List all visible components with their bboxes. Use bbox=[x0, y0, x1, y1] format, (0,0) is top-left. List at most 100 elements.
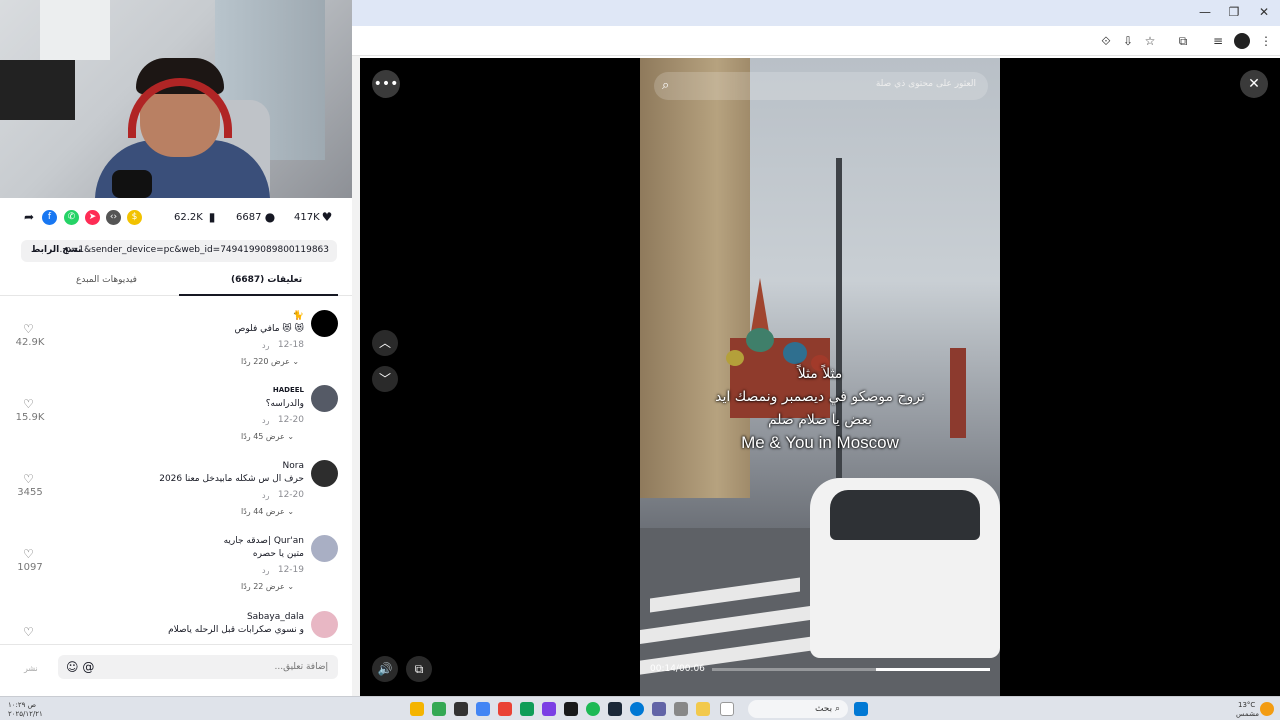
calculator-icon[interactable] bbox=[454, 702, 468, 716]
avatar[interactable] bbox=[311, 611, 338, 638]
install-icon[interactable]: ⇩ bbox=[1120, 33, 1136, 49]
avatar[interactable] bbox=[311, 385, 338, 412]
comment-date: 12-20 bbox=[277, 490, 304, 500]
lamp-post bbox=[836, 158, 842, 478]
profile-icon[interactable] bbox=[1234, 33, 1250, 49]
view-replies-button[interactable]: عرض 45 ردًا ⌄ bbox=[241, 432, 294, 441]
view-replies-button[interactable]: عرض 22 ردًا ⌄ bbox=[241, 582, 294, 591]
emoji-mention-icons[interactable]: ☺ @ bbox=[66, 660, 94, 674]
close-window-button[interactable]: ✕ bbox=[1254, 5, 1274, 19]
video-progress-bar[interactable] bbox=[712, 668, 990, 671]
comment-username[interactable]: Nora bbox=[283, 461, 304, 471]
facebook-icon[interactable]: f bbox=[42, 210, 57, 225]
teams-icon[interactable] bbox=[652, 702, 666, 716]
spotify-icon[interactable] bbox=[586, 702, 600, 716]
reply-button[interactable]: رد bbox=[262, 416, 269, 425]
comment-like-count: 15.9K bbox=[15, 412, 45, 423]
comment-text: و نسوي صكرابات قبل الرحله ياصلام bbox=[168, 625, 304, 635]
capcut-icon[interactable] bbox=[564, 702, 578, 716]
windows-start-icon[interactable] bbox=[854, 702, 868, 716]
clock-time: ۱۰:۲۹ ص bbox=[8, 701, 37, 709]
comment-heart-icon[interactable]: ♡ bbox=[23, 625, 34, 639]
store-icon[interactable] bbox=[674, 702, 688, 716]
comment-like-count: 42.9K bbox=[15, 337, 45, 348]
likes-count: 417K bbox=[294, 212, 320, 223]
bookmark-icon[interactable]: ▮ bbox=[205, 210, 219, 224]
view-replies-button[interactable]: عرض 44 ردًا ⌄ bbox=[241, 507, 294, 516]
taskbar: ۱۰:۲۹ ص ۲۰۲۵/۱۲/۲۱ بحث ⌕ 13°C مشمس bbox=[0, 696, 1280, 720]
share-link-url[interactable]: ...p=1&sender_device=pc&web_id=749419908… bbox=[57, 245, 329, 255]
comment-text: 😻 😻 مافي فلوص bbox=[234, 324, 304, 334]
edge-icon[interactable] bbox=[630, 702, 644, 716]
maximize-button[interactable]: ❐ bbox=[1224, 5, 1244, 19]
telegram-icon[interactable]: ➤ bbox=[85, 210, 100, 225]
video-player[interactable]: ⌕ العثور على محتوى ذي صلة مثلاً مثلاً نر… bbox=[640, 58, 1000, 696]
app-icon[interactable] bbox=[520, 702, 534, 716]
comment-heart-icon[interactable]: ♡ bbox=[23, 322, 34, 336]
app-icon[interactable] bbox=[498, 702, 512, 716]
explorer-icon[interactable] bbox=[410, 702, 424, 716]
menu-icon[interactable]: ⋮ bbox=[1258, 33, 1274, 49]
close-icon[interactable]: ✕ bbox=[1240, 70, 1268, 98]
view-replies-button[interactable]: عرض 220 ردًا ⌄ bbox=[241, 357, 299, 366]
chrome-icon[interactable] bbox=[476, 702, 490, 716]
comment-text: حرف ال س شكله مابيدخل معنا 2026 bbox=[159, 474, 304, 484]
post-comment-button[interactable]: نشر bbox=[24, 664, 38, 673]
avatar[interactable] bbox=[311, 460, 338, 487]
whatsapp-icon[interactable]: ✆ bbox=[64, 210, 79, 225]
comment-date: 12-19 bbox=[277, 565, 304, 575]
media-icon[interactable]: ≡ bbox=[1210, 33, 1226, 49]
translate-icon[interactable]: ⟐ bbox=[1098, 33, 1114, 49]
coin-icon[interactable]: $ bbox=[127, 210, 142, 225]
steam-icon[interactable] bbox=[608, 702, 622, 716]
comment-input[interactable] bbox=[58, 655, 338, 679]
comment-heart-icon[interactable]: ♡ bbox=[23, 547, 34, 561]
comment-heart-icon[interactable]: ♡ bbox=[23, 472, 34, 486]
tab-comments[interactable]: (6687) تعليقات bbox=[231, 275, 302, 285]
pip-icon[interactable]: ⧉ bbox=[406, 656, 432, 682]
comment-username[interactable]: صدقه جاريه| Qur'an bbox=[224, 536, 304, 546]
minimize-button[interactable]: — bbox=[1195, 5, 1215, 19]
comment-icon[interactable]: ● bbox=[263, 210, 277, 224]
share-arrow-icon[interactable]: ➦ bbox=[22, 210, 36, 224]
clock-date: ۲۰۲۵/۱۲/۲۱ bbox=[8, 710, 43, 718]
chevron-down-icon[interactable]: ﹀ bbox=[372, 366, 398, 392]
folder-icon[interactable] bbox=[696, 702, 710, 716]
weather-icon[interactable] bbox=[1260, 702, 1274, 716]
comment-username[interactable]: Sabaya_dala bbox=[247, 612, 304, 622]
reply-button[interactable]: رد bbox=[262, 491, 269, 500]
reply-button[interactable]: رد bbox=[262, 566, 269, 575]
tab-creator-videos[interactable]: فيديوهات المبدع bbox=[76, 275, 137, 285]
share-link-row: نسخ الرابط ...p=1&sender_device=pc&web_i… bbox=[21, 240, 337, 262]
video-search-bar[interactable]: ⌕ العثور على محتوى ذي صلة bbox=[654, 72, 988, 100]
video-progress-fill bbox=[876, 668, 990, 671]
chevron-up-icon[interactable]: ︿ bbox=[372, 330, 398, 356]
heart-icon[interactable]: ♥ bbox=[320, 210, 334, 224]
app-icon[interactable] bbox=[542, 702, 556, 716]
webcam-feed bbox=[0, 0, 352, 198]
volume-icon[interactable]: 🔊 bbox=[372, 656, 398, 682]
comment-like-count: 1097 bbox=[17, 562, 43, 573]
taskbar-search-label: بحث bbox=[814, 704, 833, 714]
avatar[interactable] bbox=[311, 535, 338, 562]
maps-icon[interactable] bbox=[432, 702, 446, 716]
comment-text: والدراسه؟ bbox=[265, 399, 304, 409]
app-icon[interactable] bbox=[720, 702, 734, 716]
reply-button[interactable]: رد bbox=[262, 341, 269, 350]
extensions-icon[interactable]: ⧉ bbox=[1175, 33, 1191, 49]
comments-panel: ➦ f ✆ ➤ ‹› $ 62.2K ▮ 6687 ● 417K ♥ نسخ ا… bbox=[0, 198, 352, 696]
comment-date: 12-20 bbox=[277, 415, 304, 425]
video-viewer: ••• ✕ ︿ ﹀ 🔊 ⧉ ⌕ العثور على محتوى ذي صلة … bbox=[360, 58, 1280, 696]
star-icon[interactable]: ☆ bbox=[1142, 33, 1158, 49]
taskbar-search[interactable]: بحث ⌕ bbox=[748, 700, 848, 718]
comment-username[interactable]: HADEEL bbox=[273, 386, 304, 394]
comment-heart-icon[interactable]: ♡ bbox=[23, 397, 34, 411]
comment-composer: نشر ☺ @ bbox=[0, 644, 352, 696]
saves-count: 62.2K bbox=[174, 212, 203, 223]
comment-username[interactable]: 🐈 bbox=[293, 311, 304, 321]
browser-title-bar: — ❐ ✕ bbox=[352, 0, 1280, 26]
avatar[interactable] bbox=[311, 310, 338, 337]
comment-item: Sabaya_dala و نسوي صكرابات قبل الرحله يا… bbox=[0, 611, 352, 644]
embed-icon[interactable]: ‹› bbox=[106, 210, 121, 225]
more-options-icon[interactable]: ••• bbox=[372, 70, 400, 98]
